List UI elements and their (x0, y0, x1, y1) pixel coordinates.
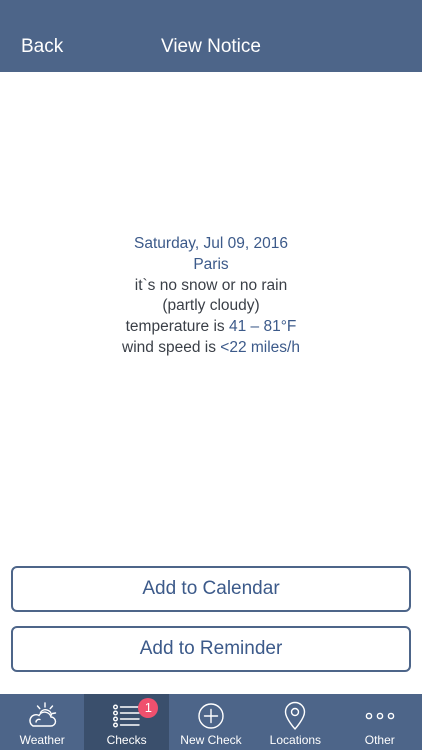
checks-badge: 1 (138, 698, 159, 718)
temperature-value: 41 – 81°F (229, 318, 297, 336)
weather-cloud-sun-icon (29, 702, 57, 727)
tab-checks[interactable]: 1 Checks (84, 694, 169, 750)
back-button[interactable]: Back (21, 34, 63, 60)
plus-circle-icon (198, 703, 224, 729)
tab-weather-label: Weather (19, 733, 65, 747)
tab-new-check-label: New Check (180, 733, 242, 747)
tab-other[interactable]: Other (338, 694, 422, 750)
page-title: View Notice (161, 36, 261, 57)
temperature-label: temperature is (125, 318, 229, 336)
tab-bar: Weather 1 Checks New Check Locations Oth… (0, 694, 422, 750)
tab-locations-label: Locations (269, 733, 322, 747)
navigation-bar: Back View Notice (0, 0, 422, 72)
tab-locations[interactable]: Locations (253, 694, 337, 750)
notice-sky: (partly cloudy) (162, 297, 260, 315)
add-to-reminder-button[interactable]: Add to Reminder (11, 626, 411, 672)
add-to-calendar-button[interactable]: Add to Calendar (11, 566, 411, 612)
tab-other-label: Other (364, 733, 395, 747)
tab-weather[interactable]: Weather (0, 694, 84, 750)
notice-details: Saturday, Jul 09, 2016 Paris it`s no sno… (0, 234, 422, 359)
tab-checks-label: Checks (106, 733, 147, 747)
tab-new-check[interactable]: New Check (169, 694, 253, 750)
wind-label: wind speed is (122, 338, 221, 356)
view-notice-screen: Back View Notice Saturday, Jul 09, 2016 … (0, 0, 422, 750)
notice-temperature-line: temperature is 41 – 81°F (0, 317, 422, 338)
wind-value: <22 miles/h (220, 338, 300, 356)
notice-date: Saturday, Jul 09, 2016 (134, 235, 288, 252)
more-dots-icon (365, 712, 395, 720)
notice-wind-line: wind speed is <22 miles/h (0, 338, 422, 359)
notice-precipitation: it`s no snow or no rain (134, 276, 288, 294)
notice-city: Paris (193, 255, 229, 273)
location-pin-icon (285, 701, 306, 730)
